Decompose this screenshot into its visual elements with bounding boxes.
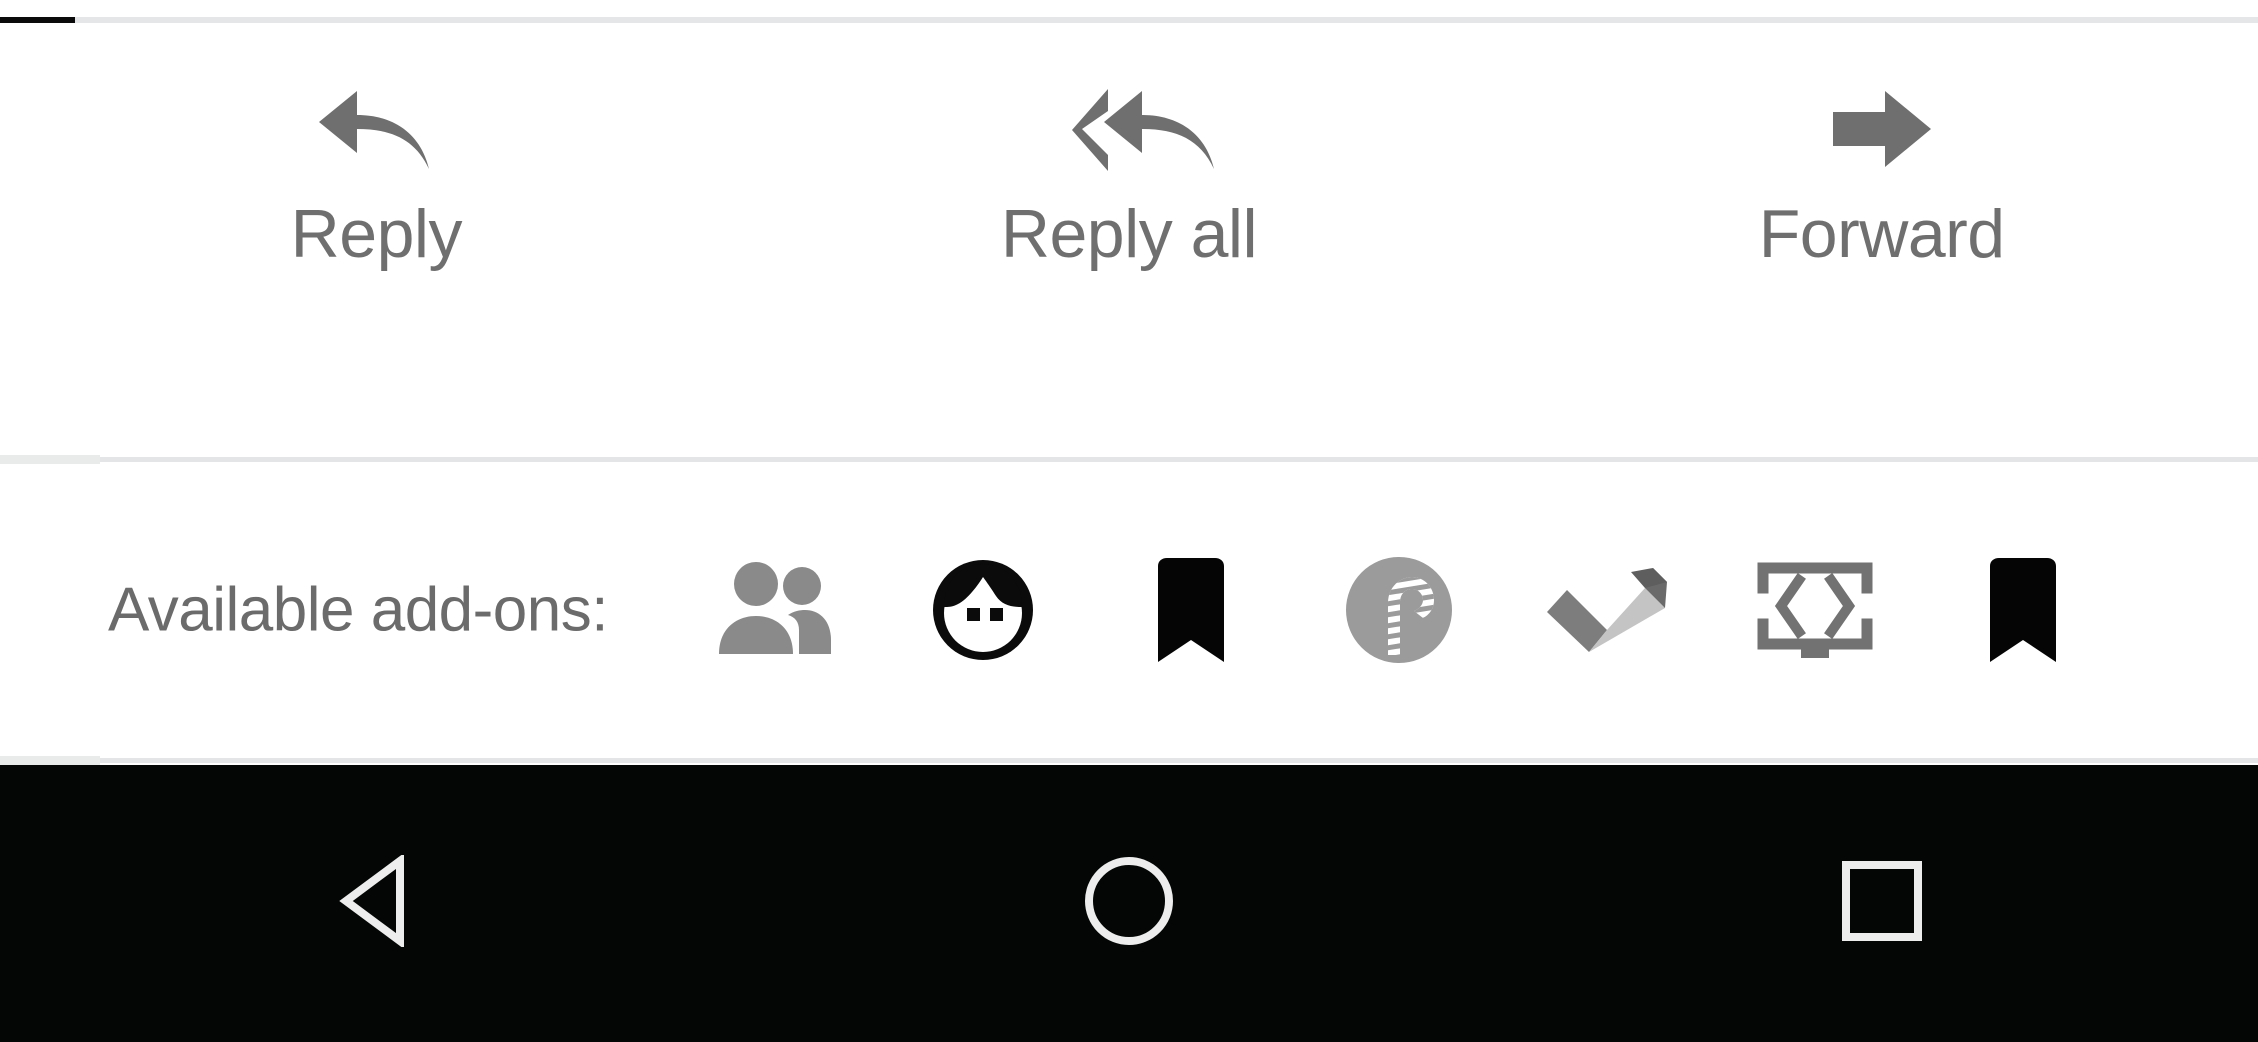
reply-arrow-icon xyxy=(317,85,435,173)
forward-button[interactable]: Forward xyxy=(1505,23,2258,457)
addons-icon-list xyxy=(700,464,2098,756)
nav-recents-button[interactable] xyxy=(1732,765,2032,1042)
contacts-people-icon xyxy=(715,560,835,660)
addon-contacts-people[interactable] xyxy=(700,535,850,685)
available-addons-label: Available add-ons: xyxy=(108,575,609,645)
addon-candy-cane[interactable] xyxy=(1324,535,1474,685)
forward-button-label: Forward xyxy=(1758,196,2005,272)
divider-line-segment xyxy=(0,756,100,765)
divider-above-addons xyxy=(0,455,2258,464)
recents-square-icon xyxy=(1836,855,1928,952)
face-avatar-icon xyxy=(928,555,1038,665)
divider-line-segment xyxy=(0,455,100,464)
reply-button-label: Reply xyxy=(290,196,463,272)
addon-code-screen[interactable] xyxy=(1740,535,1890,685)
code-screen-icon xyxy=(1755,556,1875,664)
candy-cane-circle-icon xyxy=(1344,555,1454,665)
reply-button[interactable]: Reply xyxy=(0,23,753,457)
back-triangle-icon xyxy=(336,853,416,952)
addon-face-avatar[interactable] xyxy=(908,535,1058,685)
divider-line xyxy=(0,758,2258,763)
checkmark-icon xyxy=(1545,560,1669,660)
home-circle-icon xyxy=(1083,855,1175,952)
message-action-bar: Reply Reply all Forward xyxy=(0,23,2258,457)
app-screen: Reply Reply all Forward Available add-on… xyxy=(0,0,2258,1042)
divider-above-navbar xyxy=(0,756,2258,765)
android-navigation-bar xyxy=(0,765,2258,1042)
reply-all-arrow-icon xyxy=(1070,85,1214,173)
bookmark-ribbon-icon xyxy=(1984,556,2062,664)
addon-bookmark-2[interactable] xyxy=(1948,535,2098,685)
reply-all-button[interactable]: Reply all xyxy=(753,23,1506,457)
nav-back-button[interactable] xyxy=(226,765,526,1042)
bookmark-ribbon-icon xyxy=(1152,556,1230,664)
reply-all-button-label: Reply all xyxy=(1000,196,1258,272)
divider-line xyxy=(0,457,2258,462)
forward-arrow-icon xyxy=(1823,85,1941,173)
nav-home-button[interactable] xyxy=(979,765,1279,1042)
addon-checkmark[interactable] xyxy=(1532,535,1682,685)
available-addons-bar: Available add-ons: xyxy=(0,464,2258,756)
addon-bookmark-1[interactable] xyxy=(1116,535,1266,685)
